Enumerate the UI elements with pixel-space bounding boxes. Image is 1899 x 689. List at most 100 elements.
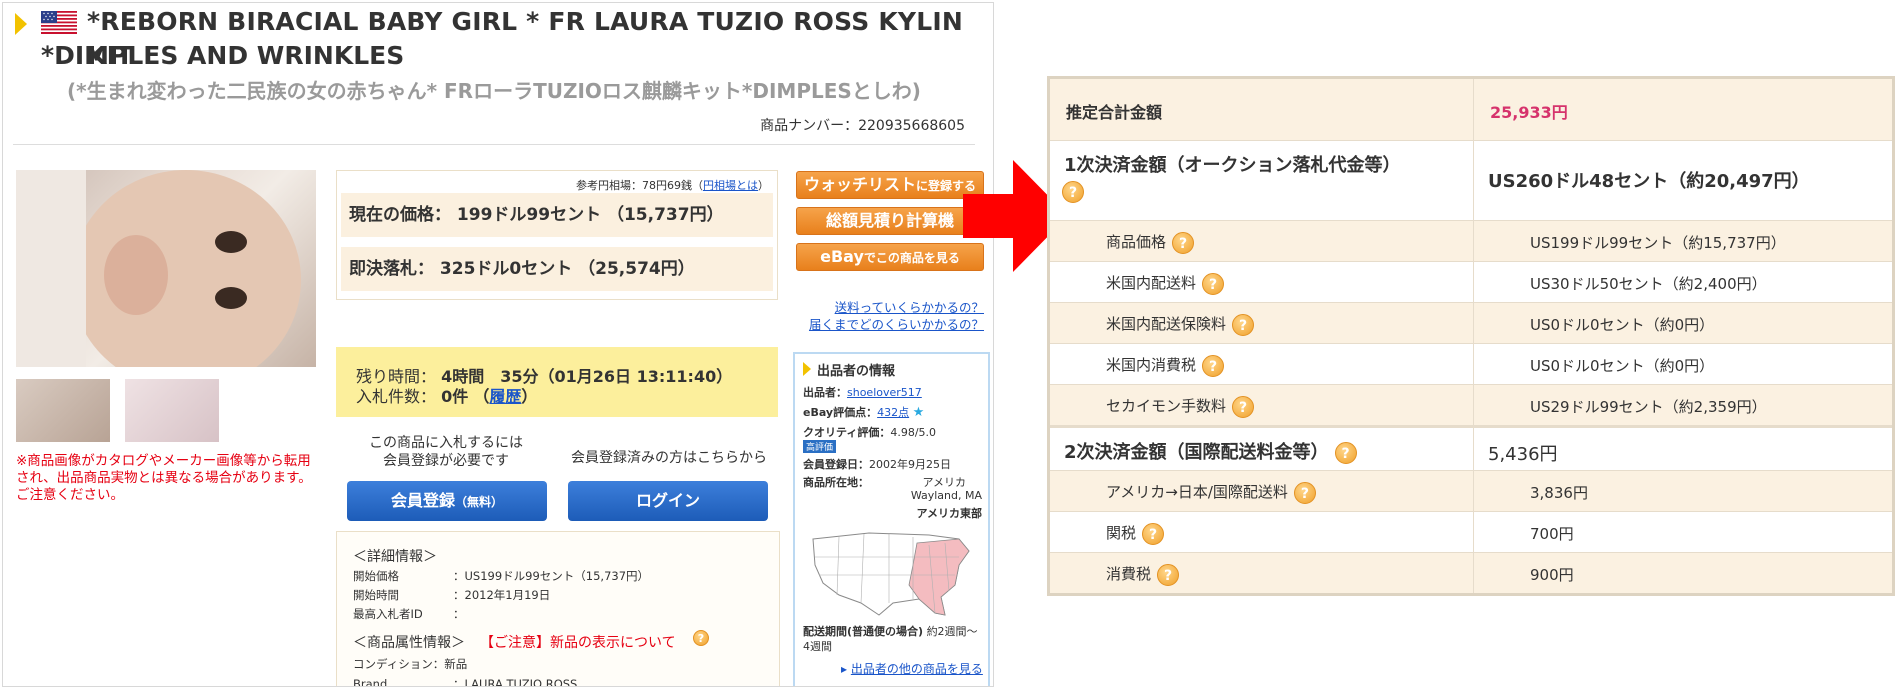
register-note-line2: 会員登録が必要です — [383, 453, 509, 469]
detail-row: 最高入札者ID ： — [353, 606, 465, 622]
detail-row-label: 開始価格 — [353, 569, 399, 583]
thumbnail-1[interactable] — [16, 379, 110, 442]
condition-row: コンディション：新品 — [353, 656, 467, 672]
seller-quality-value: 4.98/5.0 — [890, 426, 937, 439]
breakdown-row: 商品価格? US199ドル99セント（約15,737円） — [1050, 221, 1892, 262]
breakdown-label: アメリカ→日本/国際配送料? — [1106, 481, 1316, 504]
first-payment-value-cell: US260ドル48セント（約20,497円） — [1474, 141, 1892, 220]
first-payment-row: 1次決済金額（オークション落札代金等） ? US260ドル48セント（約20,4… — [1050, 141, 1892, 221]
help-icon[interactable]: ? — [1232, 395, 1255, 418]
reference-rate-link[interactable]: 円相場とは — [703, 179, 758, 192]
second-payment-row: 2次決済金額（国際配送料金等）? 5,436円 — [1050, 426, 1892, 471]
bid-count-value: 0件 — [441, 387, 469, 406]
seller-id-label: 出品者： — [803, 386, 847, 399]
star-icon: ★ — [912, 405, 925, 420]
breakdown-row: 米国内配送保険料? US0ドル0セント（約0円） — [1050, 303, 1892, 344]
total-value: 25,933円 — [1490, 103, 1568, 122]
view-on-ebay-sub: でこの商品を見る — [863, 251, 960, 265]
detail-row-label: 開始時間 — [353, 588, 399, 602]
first-payment-label-cell: 1次決済金額（オークション落札代金等） ? — [1050, 141, 1474, 220]
detail-section-title: ＜詳細情報＞ — [353, 549, 437, 565]
breakdown-value: US29ドル99セント（約2,359円） — [1530, 398, 1767, 416]
help-icon[interactable]: ? — [693, 630, 709, 646]
seller-location-country: アメリカ — [922, 476, 966, 489]
watchlist-button[interactable]: ウォッチリストに登録する — [796, 171, 984, 199]
title-divider — [13, 144, 975, 145]
register-button-sub: （無料） — [455, 495, 504, 509]
breakdown-row: 消費税? 900円 — [1050, 553, 1892, 593]
detail-row-value: ： — [453, 607, 465, 621]
detail-row: 開始価格 ：US199ドル99セント（15,737円） — [353, 568, 649, 584]
second-payment-value: 5,436円 — [1488, 444, 1558, 465]
first-payment-value: US260ドル48セント（約20,497円） — [1488, 171, 1810, 192]
view-on-ebay-button[interactable]: eBayでこの商品を見る — [796, 243, 984, 271]
help-icon[interactable]: ? — [1157, 563, 1180, 586]
help-icon[interactable]: ? — [1334, 442, 1357, 464]
breakdown-value: 700円 — [1530, 525, 1574, 543]
condition-label: コンディション： — [353, 657, 445, 671]
current-price-row: 現在の価格： 199ドル99セント （15,737円） — [341, 193, 773, 237]
cost-breakdown-table: 推定合計金額 25,933円 1次決済金額（オークション落札代金等） ? US2… — [1047, 76, 1895, 596]
delivery-time-link[interactable]: 届くまでどのくらいかかるの？ — [798, 314, 984, 333]
total-label: 推定合計金額 — [1066, 103, 1163, 122]
seller-since-value: 2002年9月25日 — [869, 458, 951, 471]
register-button-main: 会員登録 — [390, 491, 455, 510]
brand-value: ：LAURA TUZIO ROSS — [453, 677, 578, 687]
register-note: この商品に入札するには 会員登録が必要です — [336, 434, 556, 470]
help-icon[interactable]: ? — [1232, 313, 1255, 336]
new-item-notice-link[interactable]: 【ご注意】新品の表示について — [480, 632, 676, 652]
brand-label: Brand — [353, 677, 388, 687]
watchlist-button-main: ウォッチリスト — [803, 175, 916, 194]
other-items-link[interactable]: ▸ 出品者の他の商品を見る — [841, 660, 983, 677]
thumbnail-2[interactable] — [125, 379, 219, 442]
total-label-cell: 推定合計金額 — [1050, 79, 1474, 140]
baby-photo-illustration — [16, 170, 301, 367]
delivery-period-label: 配送期間(普通便の場合) — [803, 625, 924, 638]
item-number-value: 220935668605 — [858, 118, 965, 134]
seller-id-link[interactable]: shoelover517 — [847, 386, 922, 399]
buyout-price-row: 即決落札： 325ドル0セント （25,574円） — [341, 247, 773, 291]
seller-location-region: アメリカ東部 — [916, 507, 982, 520]
breakdown-value: 3,836円 — [1530, 484, 1588, 502]
breakdown-value: US0ドル0セント（約0円） — [1530, 316, 1715, 334]
breakdown-label: 米国内消費税? — [1106, 354, 1225, 377]
listing-panel: *REBORN BIRACIAL BABY GIRL * FR LAURA TU… — [2, 2, 994, 687]
link-arrow-icon: ▸ — [841, 662, 851, 676]
item-number: 商品ナンバー：220935668605 — [760, 115, 965, 135]
estimate-calculator-button[interactable]: 総額見積り計算機 — [796, 207, 984, 235]
buyout-price-value: 325ドル0セント （25,574円） — [439, 259, 695, 279]
help-icon[interactable]: ? — [1062, 181, 1084, 203]
help-icon[interactable]: ? — [1142, 522, 1165, 545]
current-price-label: 現在の価格： — [349, 205, 451, 225]
detail-row-value: ：US199ドル99セント（15,737円） — [453, 569, 650, 583]
detail-row-label: 最高入札者ID — [353, 607, 423, 621]
help-icon[interactable]: ? — [1172, 231, 1195, 254]
seller-since-row: 会員登録日：2002年9月25日 — [803, 456, 951, 472]
seller-info-box: 出品者の情報 出品者：shoelover517 eBay評価点：432点 ★ ク… — [793, 352, 990, 686]
bid-count: 入札件数： 0件 （履歴） — [356, 383, 537, 407]
breakdown-label: 消費税? — [1106, 563, 1180, 586]
detail-info-box: ＜詳細情報＞ 開始価格 ：US199ドル99セント（15,737円） 開始時間 ：2… — [336, 531, 780, 687]
seller-rating-link[interactable]: 432点 — [877, 406, 909, 419]
breakdown-label: 米国内配送料? — [1106, 272, 1225, 295]
reference-rate-label: 参考円相場：78円69銭（ — [576, 179, 703, 192]
help-icon[interactable]: ? — [1202, 354, 1225, 377]
detail-row-value: ：2012年1月19日 — [453, 588, 551, 602]
seller-location-label: 商品所在地： — [803, 476, 869, 489]
photo-disclaimer: ※商品画像がカタログやメーカー画像等から転用され、出品商品実物とは異なる場合があ… — [16, 453, 312, 503]
seller-location-city: Wayland, MA — [910, 489, 982, 502]
register-button[interactable]: 会員登録（無料） — [347, 481, 547, 521]
history-paren-close: ） — [521, 387, 538, 406]
delivery-period: 配送期間(普通便の場合) 約2週間〜4週間 — [803, 624, 978, 654]
bid-history-link[interactable]: 履歴 — [489, 387, 521, 406]
second-payment-label: 2次決済金額（国際配送料金等）? — [1064, 438, 1357, 464]
seller-rating-label: eBay評価点： — [803, 406, 878, 419]
other-items-link-text: 出品者の他の商品を見る — [850, 662, 983, 676]
help-icon[interactable]: ? — [1293, 481, 1316, 504]
login-button[interactable]: ログイン — [568, 481, 768, 521]
help-icon[interactable]: ? — [1202, 272, 1225, 295]
seller-quality-row: クオリティ評価：4.98/5.0 — [803, 424, 936, 440]
main-product-photo[interactable] — [16, 170, 316, 367]
seller-quality-label: クオリティ評価： — [803, 426, 891, 439]
seller-rating-row: eBay評価点：432点 ★ — [803, 404, 924, 420]
